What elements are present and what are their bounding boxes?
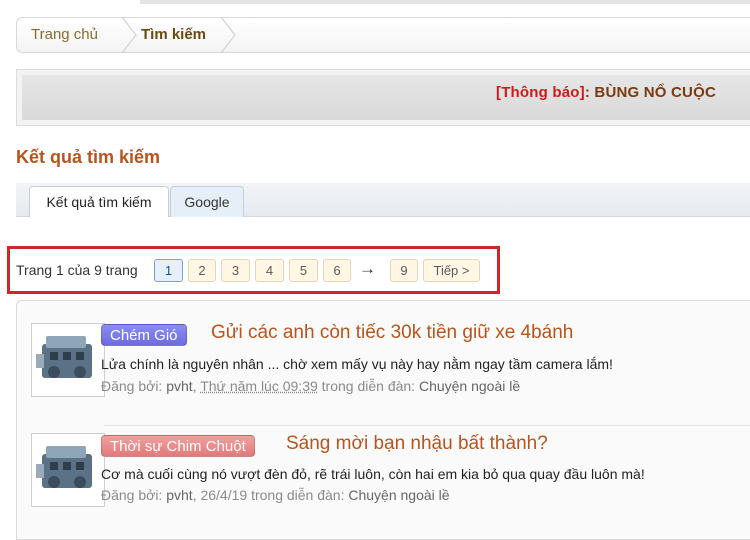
- result-title-link[interactable]: Gửi các anh còn tiếc 30k tiền giữ xe 4bá…: [211, 322, 573, 344]
- meta-by-label: Đăng bởi:: [101, 487, 163, 503]
- page-6-button[interactable]: 6: [323, 259, 351, 282]
- breadcrumb-current[interactable]: Tìm kiếm: [141, 18, 206, 52]
- result-meta: Đăng bởi: pvht, Thứ năm lúc 09:39 trong …: [101, 378, 521, 394]
- pagination-arrow-icon: →: [359, 259, 376, 278]
- page-title: Kết quả tìm kiếm: [16, 147, 161, 167]
- top-bar: [140, 0, 750, 4]
- page-3-button[interactable]: 3: [221, 259, 250, 282]
- result-snippet: Cơ mà cuối cùng nó vượt đèn đỏ, rẽ trái …: [101, 466, 645, 482]
- notice-banner: [Thông báo]: BÙNG NỔ CUỘC: [16, 69, 750, 126]
- meta-by-label: Đăng bởi:: [101, 378, 163, 394]
- prefix-badge[interactable]: Thời sự Chim Chuột: [101, 435, 255, 457]
- breadcrumb: Trang chủ Tìm kiếm: [16, 17, 750, 53]
- next-page-button[interactable]: Tiếp >: [423, 259, 480, 282]
- engine-icon: [36, 336, 92, 378]
- notice-message: : BÙNG NỔ CUỘC: [584, 84, 716, 101]
- pagination-label: Trang 1 của 9 trang: [16, 262, 138, 278]
- page-5-button[interactable]: 5: [289, 259, 318, 282]
- engine-thumbnail-icon[interactable]: [31, 433, 105, 507]
- meta-in-label: trong diễn đàn:: [321, 378, 416, 394]
- forum-link[interactable]: Chuyện ngoài lề: [419, 378, 520, 394]
- result-snippet: Lửa chính là nguyên nhân ... chờ xem mấy…: [101, 356, 613, 372]
- breadcrumb-home[interactable]: Trang chủ: [31, 18, 98, 52]
- chevron-separator-icon: [220, 17, 236, 53]
- notice-text[interactable]: [Thông báo]: BÙNG NỔ CUỘC: [496, 84, 716, 101]
- result-title-link[interactable]: Sáng mời bạn nhậu bất thành?: [286, 433, 548, 455]
- post-date[interactable]: 26/4/19: [200, 487, 247, 503]
- chevron-separator-icon: [121, 17, 137, 53]
- page-2-button[interactable]: 2: [188, 259, 216, 282]
- notice-tag: [Thông báo]: [496, 84, 585, 101]
- page-1-button[interactable]: 1: [154, 259, 183, 282]
- result-divider: [104, 425, 750, 426]
- tab-google[interactable]: Google: [170, 186, 244, 217]
- forum-link[interactable]: Chuyện ngoài lề: [348, 487, 449, 503]
- engine-thumbnail-icon[interactable]: [31, 323, 105, 397]
- post-date[interactable]: Thứ năm lúc 09:39: [200, 378, 318, 394]
- page-last-button[interactable]: 9: [390, 259, 418, 282]
- prefix-badge[interactable]: Chém Gió: [101, 324, 187, 346]
- author-link[interactable]: pvht: [166, 378, 192, 394]
- tab-search-results[interactable]: Kết quả tìm kiếm: [29, 186, 169, 217]
- author-link[interactable]: pvht: [166, 487, 192, 503]
- page-4-button[interactable]: 4: [255, 259, 284, 282]
- engine-icon: [36, 446, 92, 488]
- result-meta: Đăng bởi: pvht, 26/4/19 trong diễn đàn: …: [101, 487, 450, 503]
- meta-in-label: trong diễn đàn:: [251, 487, 345, 503]
